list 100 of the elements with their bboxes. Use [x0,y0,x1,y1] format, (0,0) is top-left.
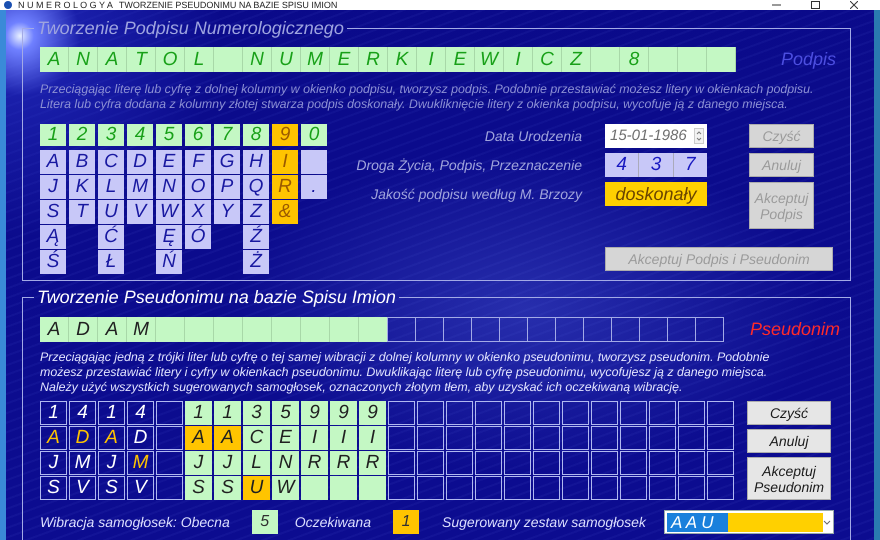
pseudonym-slot[interactable] [583,317,612,342]
app-name: N U M E R O L O G Y A [18,0,113,10]
empty-grid-cell [591,426,618,450]
letter-tile[interactable]: W [272,476,299,500]
pseudonym-slot[interactable] [443,317,472,342]
letter-tile[interactable]: K [69,175,95,199]
close-icon[interactable] [850,1,858,9]
letter-tile[interactable]: C [98,150,124,174]
letter-tile[interactable]: P [214,175,240,199]
letter-tile[interactable]: R [330,451,357,475]
pseudonym-slot[interactable] [387,317,416,342]
pseudonym-slot[interactable] [639,317,668,342]
letter-tile[interactable]: L [243,451,270,475]
empty-grid-cell [620,476,647,500]
letter-tile[interactable]: R [301,451,328,475]
letter-tile[interactable]: V [127,476,154,500]
letter-tile[interactable]: A [185,426,212,450]
letter-tile[interactable]: Ż [243,250,269,274]
letter-tile[interactable]: Ć [98,225,124,249]
letter-tile[interactable]: Ś [40,250,66,274]
pseudonym-slot[interactable] [527,317,556,342]
letter-tile[interactable]: Ń [156,250,182,274]
letter-tile[interactable]: S [185,476,212,500]
letter-tile[interactable]: D [69,426,96,450]
date-field[interactable]: 15-01-1986 [605,124,707,148]
letter-tile[interactable]: X [185,200,211,224]
digit-tile: 9 [330,401,357,425]
letter-tile[interactable]: N [272,451,299,475]
pseudonym-slot[interactable]: M [127,317,156,342]
letter-tile[interactable]: M [69,451,96,475]
pseudonym-slot[interactable] [611,317,640,342]
blank-tile [301,476,328,500]
letter-tile[interactable]: O [185,175,211,199]
empty-grid-cell [649,476,676,500]
button[interactable]: Anuluj [747,429,831,453]
letter-tile[interactable]: J [40,175,66,199]
letter-tile[interactable]: E [272,426,299,450]
letter-tile[interactable]: Ę [156,225,182,249]
letter-tile[interactable]: A [40,150,66,174]
letter-tile[interactable]: I [330,426,357,450]
letter-tile[interactable]: V [127,200,153,224]
letter-tile[interactable]: Ł [98,250,124,274]
letter-tile[interactable]: J [214,451,241,475]
pseudonym-slot[interactable]: D [69,317,98,342]
letter-tile[interactable]: C [243,426,270,450]
letter-tile[interactable]: S [98,476,125,500]
letter-tile[interactable]: Y [214,200,240,224]
letter-tile[interactable]: T [69,200,95,224]
letter-tile[interactable]: M [127,451,154,475]
letter-tile[interactable]: V [69,476,96,500]
letter-tile[interactable]: R [359,451,386,475]
vowel-dropdown[interactable]: A A U [664,510,834,534]
letter-tile[interactable]: Ą [40,225,66,249]
pseudonym-slot[interactable] [499,317,528,342]
number-value: 3 [638,153,673,177]
letter-tile[interactable]: Ó [185,225,211,249]
maximize-icon[interactable] [811,1,820,9]
letter-tile[interactable]: H [243,150,269,174]
letter-tile[interactable]: U [98,200,124,224]
pseudonym-slot[interactable] [555,317,584,342]
letter-tile[interactable]: Z [243,200,269,224]
letter-tile[interactable]: A [214,426,241,450]
letter-tile[interactable]: . [301,175,327,199]
letter-tile[interactable]: S [40,200,66,224]
empty-grid-cell [475,451,502,475]
letter-tile[interactable]: N [156,175,182,199]
letter-tile[interactable]: M [127,175,153,199]
letter-tile[interactable]: A [40,426,67,450]
letter-tile[interactable]: F [185,150,211,174]
letter-tile[interactable]: J [40,451,67,475]
letter-tile[interactable]: S [214,476,241,500]
letter-tile[interactable]: U [243,476,270,500]
letter-tile[interactable]: G [214,150,240,174]
pseudonym-slot[interactable] [695,317,724,342]
button[interactable]: Akceptuj Pseudonim [747,457,831,500]
letter-tile[interactable]: B [69,150,95,174]
letter-tile[interactable]: I [301,426,328,450]
empty-grid-cell [707,451,734,475]
button[interactable]: Czyść [747,401,831,425]
letter-tile[interactable]: W [156,200,182,224]
pseudonym-slot[interactable]: A [40,317,69,342]
pseudonym-slot[interactable]: A [98,317,127,342]
empty-grid-cell [417,476,444,500]
empty-grid-cell [504,426,531,450]
letter-tile[interactable]: S [40,476,67,500]
pseudonym-slot[interactable] [415,317,444,342]
letter-tile[interactable]: D [127,150,153,174]
letter-tile[interactable]: I [359,426,386,450]
letter-tile[interactable]: J [185,451,212,475]
empty-grid-cell [649,401,676,425]
letter-tile[interactable]: Ź [243,225,269,249]
pseudonym-slot[interactable] [471,317,500,342]
pseudonym-slot[interactable] [667,317,696,342]
letter-tile[interactable]: L [98,175,124,199]
letter-tile[interactable]: E [156,150,182,174]
letter-tile[interactable]: Q [243,175,269,199]
empty-grid-cell [504,401,531,425]
letter-tile[interactable]: J [98,451,125,475]
letter-tile[interactable]: D [127,426,154,450]
letter-tile[interactable]: A [98,426,125,450]
